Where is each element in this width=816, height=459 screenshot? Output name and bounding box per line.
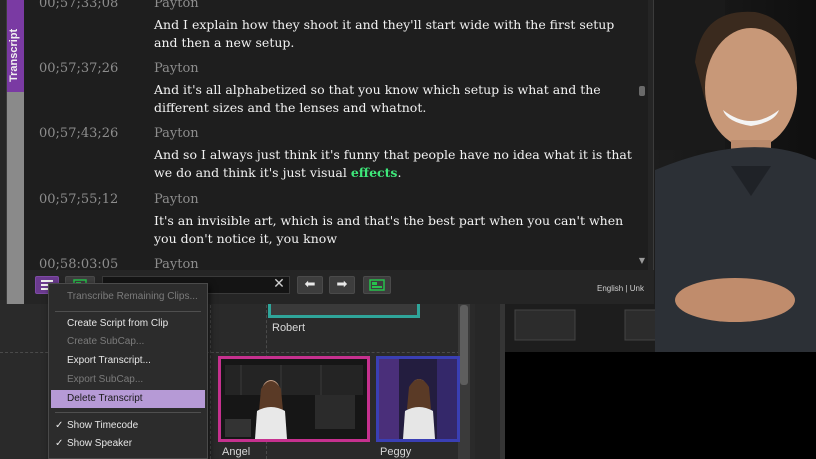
transcript-context-menu: Transcribe Remaining Clips... Create Scr… xyxy=(48,283,208,459)
checkmark-icon: ✓ xyxy=(55,420,64,431)
entry-timecode[interactable]: 00;57;43;26 xyxy=(39,126,118,141)
entry-speaker[interactable]: Payton xyxy=(154,61,199,76)
scroll-down-arrow-icon[interactable]: ▼ xyxy=(637,256,647,266)
clip-angel[interactable]: Angel xyxy=(218,356,370,459)
arrow-right-icon: ➡ xyxy=(336,277,348,292)
menu-item-export-transcript[interactable]: Export Transcript... xyxy=(51,352,205,370)
entry-speaker[interactable]: Payton xyxy=(154,126,199,141)
next-match-button[interactable]: ➡ xyxy=(329,276,355,294)
bin-scrollbar-thumb[interactable] xyxy=(460,305,468,385)
entry-speaker[interactable]: Payton xyxy=(154,257,199,270)
entry-speaker[interactable]: Payton xyxy=(154,0,199,11)
menu-item-show-speaker[interactable]: ✓ Show Speaker xyxy=(51,435,205,453)
entry-timecode[interactable]: 00;57;33;08 xyxy=(39,0,118,11)
transcript-tab[interactable]: Transcript xyxy=(7,0,24,92)
entry-text[interactable]: And it's all alphabetized so that you kn… xyxy=(154,81,634,117)
entry-text[interactable]: And I explain how they shoot it and they… xyxy=(154,16,634,52)
transcript-tab-label: Transcript xyxy=(8,28,20,82)
entry-text[interactable]: It's an invisible art, which is and that… xyxy=(154,212,634,248)
menu-separator xyxy=(55,311,201,312)
transcript-scrollbar-thumb[interactable] xyxy=(639,86,645,96)
clear-search-icon[interactable]: ✕ xyxy=(272,275,286,293)
clip-name: Robert xyxy=(272,322,306,334)
search-highlight[interactable]: effects xyxy=(351,165,398,180)
entry-timecode[interactable]: 00;57;37;26 xyxy=(39,61,118,76)
bin-gridline xyxy=(210,305,211,459)
previous-match-button[interactable]: ⬅ xyxy=(297,276,323,294)
transcript-list[interactable]: 00;57;33;08 Payton And I explain how the… xyxy=(24,0,636,270)
transcript-panel: Transcript 00;57;33;08 Payton And I expl… xyxy=(6,0,654,304)
menu-item-delete-transcript[interactable]: Delete Transcript xyxy=(51,390,205,408)
split-view-icon xyxy=(369,279,385,291)
menu-separator xyxy=(55,412,201,413)
view-mode-button[interactable] xyxy=(363,276,391,294)
menu-item-create-script[interactable]: Create Script from Clip xyxy=(51,315,205,333)
entry-timecode[interactable]: 00;58:03:05 xyxy=(39,257,118,270)
monitor-letterbox xyxy=(505,352,816,459)
transcript-scrollbar[interactable]: ▼ xyxy=(636,0,648,270)
clip-name: Angel xyxy=(222,446,251,458)
entry-text[interactable]: And so I always just think it's funny th… xyxy=(154,146,634,182)
menu-item-create-subcap[interactable]: Create SubCap... xyxy=(51,333,205,351)
clip-thumbnail xyxy=(376,356,460,442)
clip-thumbnail-image xyxy=(379,359,457,439)
entry-timecode[interactable]: 00;57;55;12 xyxy=(39,192,118,207)
clip-peggy[interactable]: Peggy xyxy=(376,356,460,459)
panel-tab-rail xyxy=(7,92,24,304)
entry-speaker[interactable]: Payton xyxy=(154,192,199,207)
clip-robert[interactable]: Robert xyxy=(268,300,420,352)
menu-item-transcribe-remaining[interactable]: Transcribe Remaining Clips... xyxy=(51,288,205,306)
menu-item-show-timecode[interactable]: ✓ Show Timecode xyxy=(51,417,205,435)
language-label[interactable]: English | Unk xyxy=(597,284,644,293)
clip-name: Peggy xyxy=(380,446,412,458)
menu-item-export-subcap[interactable]: Export SubCap... xyxy=(51,371,205,389)
clip-thumbnail xyxy=(218,356,370,442)
checkmark-icon: ✓ xyxy=(55,438,64,449)
clip-thumbnail-image xyxy=(221,359,367,439)
arrow-left-icon: ⬅ xyxy=(304,277,316,292)
